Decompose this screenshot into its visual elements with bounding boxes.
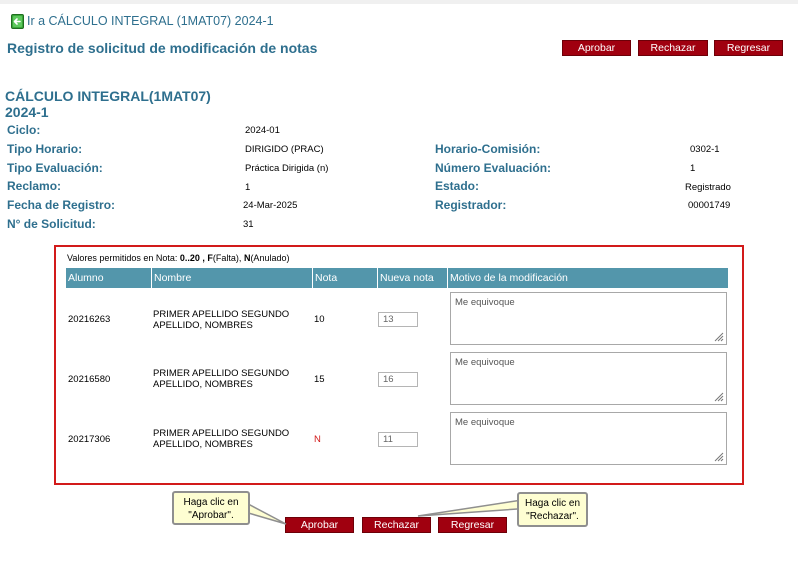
reject-hint-callout: Haga clic en "Rechazar". bbox=[517, 492, 588, 527]
table-row: 20216263 PRIMER APELLIDO SEGUNDO APELLID… bbox=[66, 290, 728, 348]
col-nueva-nota: Nueva nota bbox=[378, 268, 448, 288]
allowed-f: (Falta), bbox=[212, 253, 244, 263]
col-nombre: Nombre bbox=[152, 268, 313, 288]
reject-hint-line2: "Rechazar". bbox=[526, 511, 579, 522]
reclamo-label: Reclamo: bbox=[7, 179, 62, 193]
reason-text: Me equivoque bbox=[455, 417, 515, 428]
col-nota: Nota bbox=[313, 268, 378, 288]
reason-text: Me equivoque bbox=[455, 297, 515, 308]
solicitud-label: N° de Solicitud: bbox=[7, 217, 96, 231]
allowed-range: 0..20 , F bbox=[179, 253, 213, 263]
solicitud-value: 31 bbox=[243, 219, 254, 230]
tipo-horario-value: DIRIGIDO (PRAC) bbox=[245, 144, 324, 155]
tipo-evaluacion-label: Tipo Evaluación: bbox=[7, 161, 103, 175]
col-motivo: Motivo de la modificación bbox=[450, 272, 568, 284]
back-link-text: Ir a CÁLCULO INTEGRAL (1MAT07) 2024-1 bbox=[27, 14, 274, 28]
horario-comision-value: 0302-1 bbox=[690, 144, 720, 155]
horario-comision-label: Horario-Comisión: bbox=[435, 142, 541, 156]
tipo-horario-label: Tipo Horario: bbox=[7, 142, 83, 156]
student-name: PRIMER APELLIDO SEGUNDO APELLIDO, NOMBRE… bbox=[153, 309, 290, 331]
table-row: 20217306 PRIMER APELLIDO SEGUNDO APELLID… bbox=[66, 410, 728, 468]
resize-grip-icon[interactable] bbox=[712, 390, 724, 402]
back-arrow-icon bbox=[11, 13, 24, 29]
course-name: CÁLCULO INTEGRAL(1MAT07) bbox=[5, 88, 211, 104]
approve-hint-line2: "Aprobar". bbox=[188, 510, 234, 521]
resize-grip-icon[interactable] bbox=[712, 450, 724, 462]
student-name: PRIMER APELLIDO SEGUNDO APELLIDO, NOMBRE… bbox=[153, 368, 290, 390]
student-name: PRIMER APELLIDO SEGUNDO APELLIDO, NOMBRE… bbox=[153, 428, 290, 450]
fecha-registro-label: Fecha de Registro: bbox=[7, 198, 116, 212]
ciclo-value: 2024-01 bbox=[245, 125, 280, 136]
back-button-top[interactable]: Regresar bbox=[714, 40, 783, 56]
reason-textarea[interactable]: Me equivoque bbox=[450, 412, 727, 465]
approve-hint-callout: Haga clic en "Aprobar". bbox=[172, 491, 250, 525]
page-title: Registro de solicitud de modificación de… bbox=[7, 40, 318, 56]
registrador-label: Registrador: bbox=[435, 198, 507, 212]
numero-evaluacion-value: 1 bbox=[690, 163, 696, 174]
table-row: 20216580 PRIMER APELLIDO SEGUNDO APELLID… bbox=[66, 350, 728, 408]
reason-text: Me equivoque bbox=[455, 357, 515, 368]
reject-button-top[interactable]: Rechazar bbox=[638, 40, 708, 56]
tipo-evaluacion-value: Práctica Dirigida (n) bbox=[245, 163, 329, 174]
estado-label: Estado: bbox=[435, 179, 480, 193]
grades-table-header: Alumno Nombre Nota Nueva nota Motivo de … bbox=[66, 268, 728, 288]
col-alumno: Alumno bbox=[66, 268, 152, 288]
course-period: 2024-1 bbox=[5, 104, 49, 120]
back-to-course-link[interactable]: Ir a CÁLCULO INTEGRAL (1MAT07) 2024-1 bbox=[11, 12, 274, 30]
reason-textarea[interactable]: Me equivoque bbox=[450, 292, 727, 345]
new-grade-input[interactable] bbox=[378, 312, 418, 327]
resize-grip-icon[interactable] bbox=[712, 330, 724, 342]
reject-callout-pointer bbox=[417, 499, 534, 517]
current-grade: N bbox=[314, 434, 321, 445]
new-grade-input[interactable] bbox=[378, 432, 418, 447]
current-grade: 10 bbox=[314, 314, 325, 325]
back-button[interactable]: Regresar bbox=[438, 517, 507, 533]
numero-evaluacion-label: Número Evaluación: bbox=[435, 161, 552, 175]
approve-hint-line1: Haga clic en bbox=[183, 497, 239, 508]
reject-button[interactable]: Rechazar bbox=[362, 517, 431, 533]
current-grade: 15 bbox=[314, 374, 325, 385]
alumno-code: 20217306 bbox=[68, 434, 111, 445]
allowed-prefix: Valores permitidos en Nota: bbox=[67, 253, 180, 263]
alumno-code: 20216580 bbox=[68, 374, 111, 385]
fecha-registro-value: 24-Mar-2025 bbox=[243, 200, 298, 211]
estado-value: Registrado bbox=[685, 182, 731, 193]
reason-textarea[interactable]: Me equivoque bbox=[450, 352, 727, 405]
approve-button[interactable]: Aprobar bbox=[285, 517, 354, 533]
top-strip bbox=[0, 0, 798, 4]
allowed-values-note: Valores permitidos en Nota: 0..20 , F(Fa… bbox=[67, 253, 289, 263]
alumno-code: 20216263 bbox=[68, 314, 111, 325]
reclamo-value: 1 bbox=[245, 182, 251, 193]
course-heading: CÁLCULO INTEGRAL(1MAT07) 2024-1 bbox=[5, 88, 211, 120]
registrador-value: 00001749 bbox=[688, 200, 731, 211]
grades-panel: Valores permitidos en Nota: 0..20 , F(Fa… bbox=[54, 245, 744, 485]
reject-hint-line1: Haga clic en bbox=[524, 498, 581, 509]
allowed-suffix: (Anulado) bbox=[250, 253, 290, 263]
new-grade-input[interactable] bbox=[378, 372, 418, 387]
approve-button-top[interactable]: Aprobar bbox=[562, 40, 631, 56]
ciclo-label: Ciclo: bbox=[7, 123, 41, 137]
